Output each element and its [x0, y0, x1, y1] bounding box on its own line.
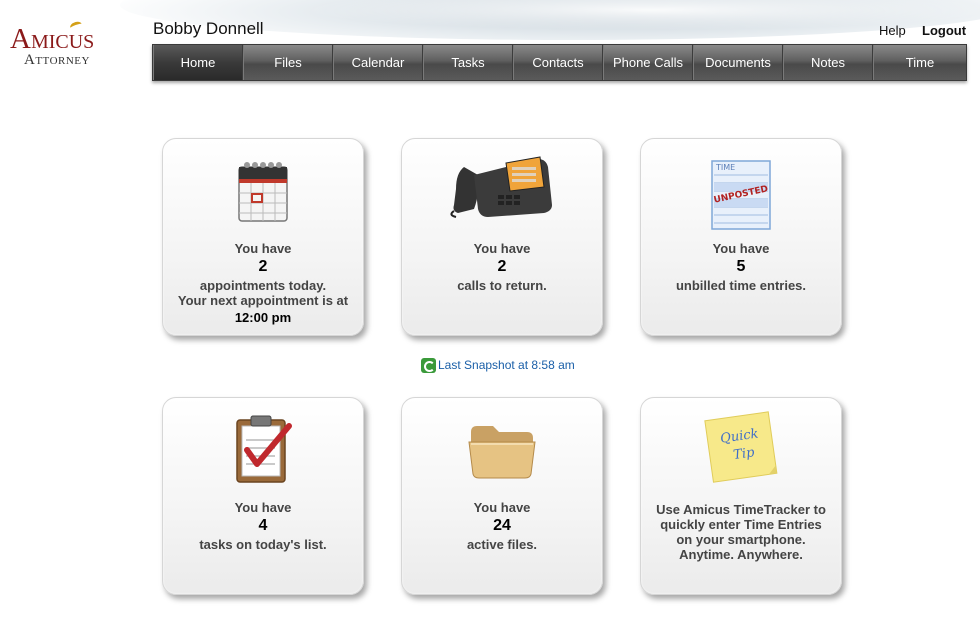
user-name: Bobby Donnell: [153, 19, 264, 38]
svg-text:TIME: TIME: [715, 163, 735, 172]
tip-line-3: on your smartphone.: [676, 532, 806, 547]
tasks-intro: You have: [234, 500, 292, 515]
time-entries-count: 5: [736, 258, 746, 275]
appointments-label: appointments today.: [199, 278, 327, 293]
calendar-icon: [238, 162, 288, 222]
nav-calendar[interactable]: Calendar: [333, 45, 423, 80]
nav-notes[interactable]: Notes: [783, 45, 873, 80]
folder-icon: [468, 426, 536, 479]
clipboard-check-icon: [236, 415, 292, 483]
files-intro: You have: [473, 500, 531, 515]
tip-line-1: Use Amicus TimeTracker to: [656, 502, 826, 517]
calls-label: calls to return.: [457, 278, 547, 293]
calls-intro: You have: [473, 241, 531, 256]
calls-count: 2: [497, 258, 507, 275]
help-link[interactable]: Help: [879, 23, 906, 38]
logo-amicus-text: Amicus: [10, 23, 95, 55]
time-entries-label: unbilled time entries.: [675, 278, 807, 293]
appointments-intro: You have: [234, 241, 292, 256]
next-appointment-label: Your next appointment is at: [177, 293, 349, 308]
nav-files[interactable]: Files: [243, 45, 333, 80]
amicus-home-page: Amicus Attorney Bobby Donnell Help Logou…: [0, 0, 980, 631]
nav-tasks[interactable]: Tasks: [423, 45, 513, 80]
appointments-count: 2: [258, 258, 268, 275]
svg-text:Tip: Tip: [732, 445, 756, 463]
nav-time[interactable]: Time: [873, 45, 966, 80]
snapshot-status[interactable]: Last Snapshot at 8:58 am: [421, 357, 575, 373]
tip-line-4: Anytime. Anywhere.: [679, 547, 803, 562]
nav-phone-calls[interactable]: Phone Calls: [603, 45, 693, 80]
refresh-icon[interactable]: [421, 357, 436, 373]
tasks-label: tasks on today's list.: [199, 537, 327, 552]
nav-contacts[interactable]: Contacts: [513, 45, 603, 80]
tip-line-2: quickly enter Time Entries: [660, 517, 822, 532]
calls-card[interactable]: You have 2 calls to return.: [401, 138, 603, 336]
files-card[interactable]: You have 24 active files.: [401, 397, 603, 595]
sticky-note-icon: Quick Tip: [704, 411, 778, 483]
snapshot-label[interactable]: Last Snapshot at 8:58 am: [438, 358, 575, 372]
logo-attorney-text: Attorney: [24, 52, 90, 68]
next-appointment-time: 12:00 pm: [234, 310, 292, 325]
amicus-attorney-logo[interactable]: Amicus Attorney: [10, 20, 130, 70]
desk-phone-icon: [450, 156, 552, 218]
nav-documents[interactable]: Documents: [693, 45, 783, 80]
appointments-card[interactable]: You have 2 appointments today. Your next…: [162, 138, 364, 336]
logout-link[interactable]: Logout: [922, 23, 966, 38]
nav-home[interactable]: Home: [153, 45, 243, 80]
files-count: 24: [493, 517, 511, 534]
unposted-time-sheet-icon: TIME UNPOSTED: [711, 160, 771, 230]
tasks-card[interactable]: You have 4 tasks on today's list.: [162, 397, 364, 595]
tasks-count: 4: [258, 517, 268, 534]
main-nav: Home Files Calendar Tasks Contacts Phone…: [152, 44, 967, 81]
quick-tip-card[interactable]: Quick Tip Use Amicus TimeTracker to quic…: [640, 397, 842, 595]
time-entries-intro: You have: [712, 241, 770, 256]
time-entries-card[interactable]: TIME UNPOSTED You have 5 unbilled time e…: [640, 138, 842, 336]
files-label: active files.: [466, 537, 538, 552]
